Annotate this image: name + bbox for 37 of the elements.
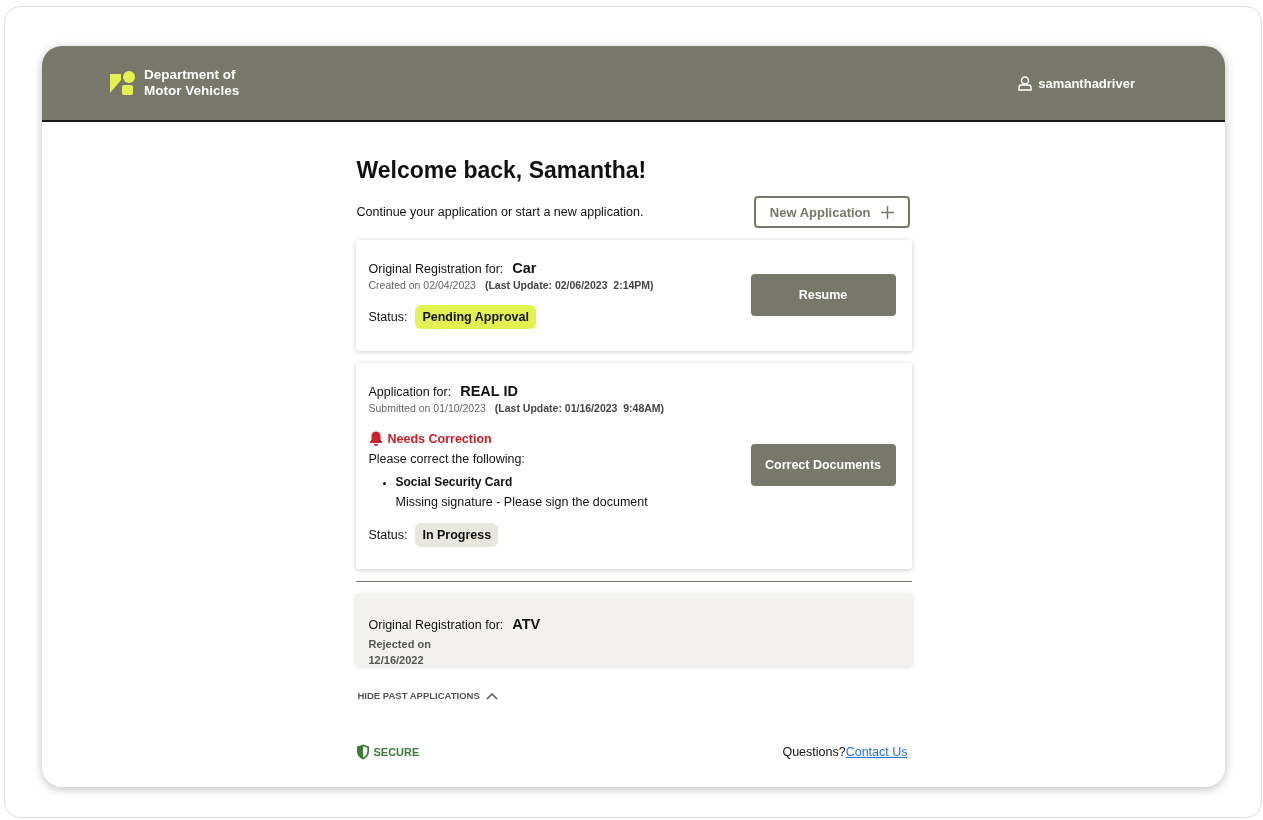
status-label: Status: [368,528,408,542]
instruction-text: Please correct the following: [368,452,526,466]
plus-icon [880,205,894,219]
application-label: Application for: [368,385,452,399]
new-application-button[interactable]: New Application [753,196,910,228]
contact-link[interactable]: Contact Us [845,745,908,759]
bullet-icon [382,482,386,485]
status-badge: In Progress [415,523,499,547]
user-icon [1018,75,1033,91]
document-name: Social Security Card [395,475,514,489]
application-subject: Car [512,260,537,276]
document-note: Missing signature - Please sign the document [395,495,648,509]
agency-name: Department of Motor Vehicles [144,67,240,99]
action-button[interactable]: Resume [750,273,896,316]
secure-label: SECURE [373,746,420,758]
application-label: Original Registration for: [368,262,504,276]
page-subtitle: Continue your application or start a new application. [356,205,644,219]
user-menu[interactable]: samanthadriver [1018,75,1135,91]
alert-title: Needs Correction [387,431,492,446]
chevron-up-icon [485,691,498,700]
application-subject: REAL ID [460,383,518,399]
application-subject: ATV [512,616,541,632]
status-label: Status: [368,310,408,324]
rejected-date: Rejected on 12/16/2022 [368,637,432,668]
past-applications-toggle[interactable]: HIDE PAST APPLICATIONS [357,690,498,701]
status-badge: Pending Approval [415,305,536,329]
shield-icon [355,744,370,760]
page-heading: Welcome back, Samantha! [356,156,648,184]
last-update-text: (Last Update: 02/06/2023 2:14PM) [484,279,654,291]
application-label: Original Registration for: [368,618,504,632]
action-button[interactable]: Correct Documents [750,444,896,486]
date-text: Submitted on 01/10/2023 [368,402,486,414]
bell-icon [368,431,383,446]
last-update-text: (Last Update: 01/16/2023 9:48AM) [494,402,665,414]
date-text: Created on 02/04/2023 [368,279,476,291]
logo-icon [110,70,136,96]
help-text: Questions? [782,745,846,759]
